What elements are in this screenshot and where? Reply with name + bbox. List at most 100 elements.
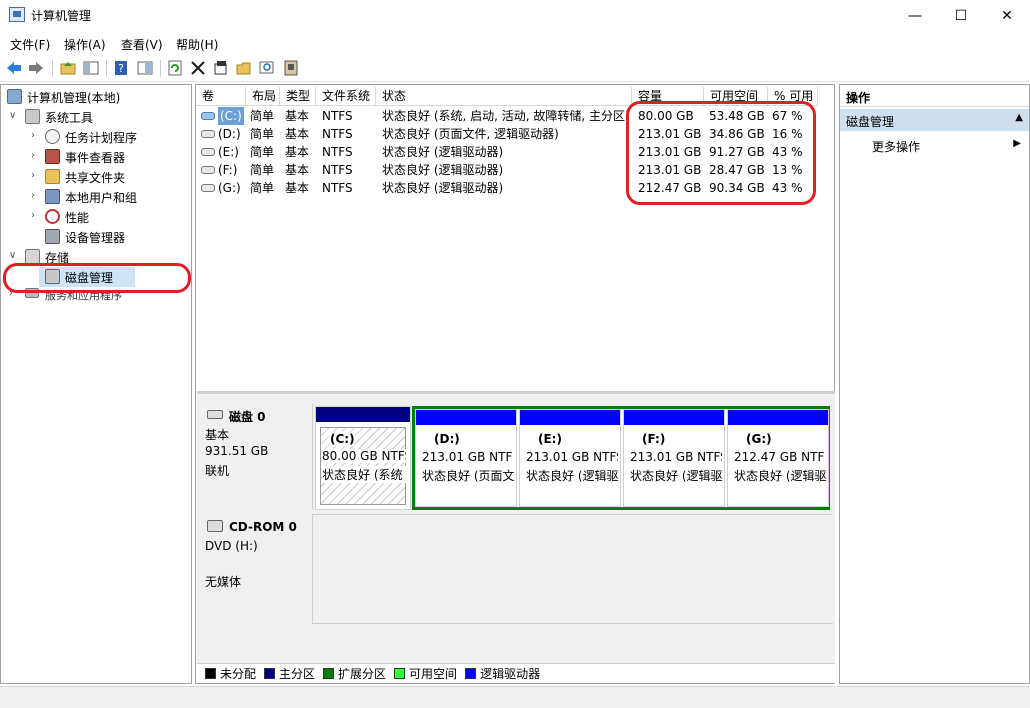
back-arrow-icon[interactable]: [5, 59, 23, 77]
volume-layout: 简单: [250, 127, 275, 141]
volume-name: (C:): [218, 107, 244, 125]
chevron-right-icon[interactable]: ›: [31, 191, 41, 201]
volume-type: 基本: [285, 109, 310, 123]
partition-label: (C:): [330, 432, 355, 446]
submenu-arrow-icon: ▶: [1013, 138, 1021, 149]
chevron-right-icon[interactable]: ›: [31, 151, 41, 161]
column-header-type[interactable]: 类型: [280, 87, 316, 106]
clock-icon: [45, 129, 60, 144]
partition-bar: [520, 410, 620, 425]
volume-type: 基本: [285, 145, 310, 159]
legend-label: 扩展分区: [338, 667, 387, 681]
partition-bar: [728, 410, 828, 425]
maximize-button[interactable]: ☐: [938, 0, 984, 31]
event-viewer-icon: [45, 149, 60, 164]
cdrom-drive: DVD (H:): [205, 539, 258, 553]
volume-drive-icon: [201, 130, 215, 138]
partition-size: 213.01 GB NTF: [422, 450, 513, 464]
toolbar: ?: [0, 55, 1030, 82]
volume-drive-icon: [201, 184, 215, 192]
partition-bar: [316, 407, 410, 422]
disk-0-label[interactable]: 磁盘 0 基本 931.51 GB 联机: [197, 404, 313, 510]
partition-c[interactable]: (C:) 80.00 GB NTFS 状态良好 (系统: [315, 406, 411, 510]
tree-item-root[interactable]: 计算机管理(本地): [7, 87, 120, 107]
column-header-filesystem[interactable]: 文件系统: [316, 87, 376, 106]
properties-icon[interactable]: [212, 59, 230, 77]
legend-label: 可用空间: [409, 667, 458, 681]
delete-icon[interactable]: [189, 59, 207, 77]
tree-item-event-viewer[interactable]: › 事件查看器: [31, 147, 125, 167]
chevron-down-icon[interactable]: ∨: [9, 111, 19, 121]
legend-swatch: [465, 668, 477, 679]
column-header-volume[interactable]: 卷: [196, 87, 246, 106]
disk-settings-icon[interactable]: [282, 59, 300, 77]
toolbar-separator: [160, 60, 161, 77]
close-button[interactable]: ✕: [984, 0, 1030, 31]
up-folder-icon[interactable]: [59, 59, 77, 77]
device-manager-icon: [45, 229, 60, 244]
legend: 未分配 主分区 扩展分区 可用空间 逻辑驱动器: [197, 663, 835, 683]
cdrom-name: CD-ROM 0: [229, 520, 297, 534]
window-title: 计算机管理: [31, 9, 92, 23]
partition-d[interactable]: (D:) 213.01 GB NTF 状态良好 (页面文: [415, 409, 517, 507]
help-icon[interactable]: ?: [112, 59, 130, 77]
partition-g[interactable]: (G:) 212.47 GB NTF 状态良好 (逻辑驱: [727, 409, 829, 507]
menu-action[interactable]: 操作(A): [64, 36, 106, 53]
volume-name: (F:): [218, 163, 238, 177]
menu-view[interactable]: 查看(V): [121, 36, 163, 53]
cdrom-media: 无媒体: [205, 575, 242, 589]
toolbar-separator: [106, 60, 107, 77]
tree-item-shared-folders[interactable]: › 共享文件夹: [31, 167, 125, 187]
volume-drive-icon: [201, 166, 215, 174]
collapse-up-icon[interactable]: ▲: [1015, 112, 1023, 123]
partition-size: 213.01 GB NTFS: [526, 450, 618, 464]
volume-drive-icon: [201, 148, 215, 156]
tree-item-performance[interactable]: › 性能: [31, 207, 89, 227]
partition-e[interactable]: (E:) 213.01 GB NTFS 状态良好 (逻辑驱: [519, 409, 621, 507]
partition-bar: [624, 410, 724, 425]
tree-item-system-tools[interactable]: ∨ 系统工具: [9, 107, 93, 127]
title-bar: 计算机管理 — ☐ ✕: [0, 0, 1030, 31]
toolbar-separator: [52, 60, 53, 77]
menu-file[interactable]: 文件(F): [10, 36, 50, 53]
shared-folder-icon: [45, 169, 60, 184]
cdrom-area: [313, 514, 833, 624]
tree-item-label: 本地用户和组: [65, 190, 138, 205]
tree-item-task-scheduler[interactable]: › 任务计划程序: [31, 127, 137, 147]
volume-status: 状态良好 (逻辑驱动器): [382, 145, 504, 159]
open-folder-icon[interactable]: [235, 59, 253, 77]
chevron-right-icon[interactable]: ›: [31, 211, 41, 221]
properties-view-icon[interactable]: [136, 59, 154, 77]
cdrom-0-label[interactable]: CD-ROM 0 DVD (H:) 无媒体: [197, 514, 313, 624]
partition-f[interactable]: (F:) 213.01 GB NTFS 状态良好 (逻辑驱: [623, 409, 725, 507]
minimize-button[interactable]: —: [892, 0, 938, 31]
partition-size: 80.00 GB NTFS: [322, 449, 406, 463]
chevron-right-icon[interactable]: ›: [31, 131, 41, 141]
volume-type: 基本: [285, 181, 310, 195]
actions-section-disk-management[interactable]: 磁盘管理 ▲: [840, 109, 1029, 131]
tree-item-local-users[interactable]: › 本地用户和组: [31, 187, 137, 207]
menu-help[interactable]: 帮助(H): [176, 36, 218, 53]
chevron-right-icon[interactable]: ›: [31, 171, 41, 181]
partition-status: 状态良好 (逻辑驱: [630, 469, 722, 483]
disk-0-state: 联机: [205, 464, 230, 478]
actions-header: 操作: [840, 85, 1029, 107]
volume-name: (G:): [218, 181, 241, 195]
legend-swatch: [264, 668, 276, 679]
forward-arrow-icon[interactable]: [27, 59, 45, 77]
more-actions-item[interactable]: 更多操作 ▶: [840, 135, 1029, 155]
volume-status: 状态良好 (逻辑驱动器): [382, 181, 504, 195]
tree-item-device-manager[interactable]: 设备管理器: [31, 227, 125, 247]
column-header-status[interactable]: 状态: [376, 87, 632, 106]
show-hide-tree-icon[interactable]: [82, 59, 100, 77]
search-icon[interactable]: [258, 59, 276, 77]
chevron-down-icon[interactable]: ∨: [9, 251, 19, 261]
partition-status: 状态良好 (页面文: [422, 469, 514, 483]
volume-name: (E:): [218, 145, 239, 159]
cdrom-icon: [207, 520, 223, 532]
volume-status: 状态良好 (页面文件, 逻辑驱动器): [382, 127, 559, 141]
column-header-layout[interactable]: 布局: [246, 87, 280, 106]
users-icon: [45, 189, 60, 204]
refresh-icon[interactable]: [166, 59, 184, 77]
volume-layout: 简单: [250, 109, 275, 123]
